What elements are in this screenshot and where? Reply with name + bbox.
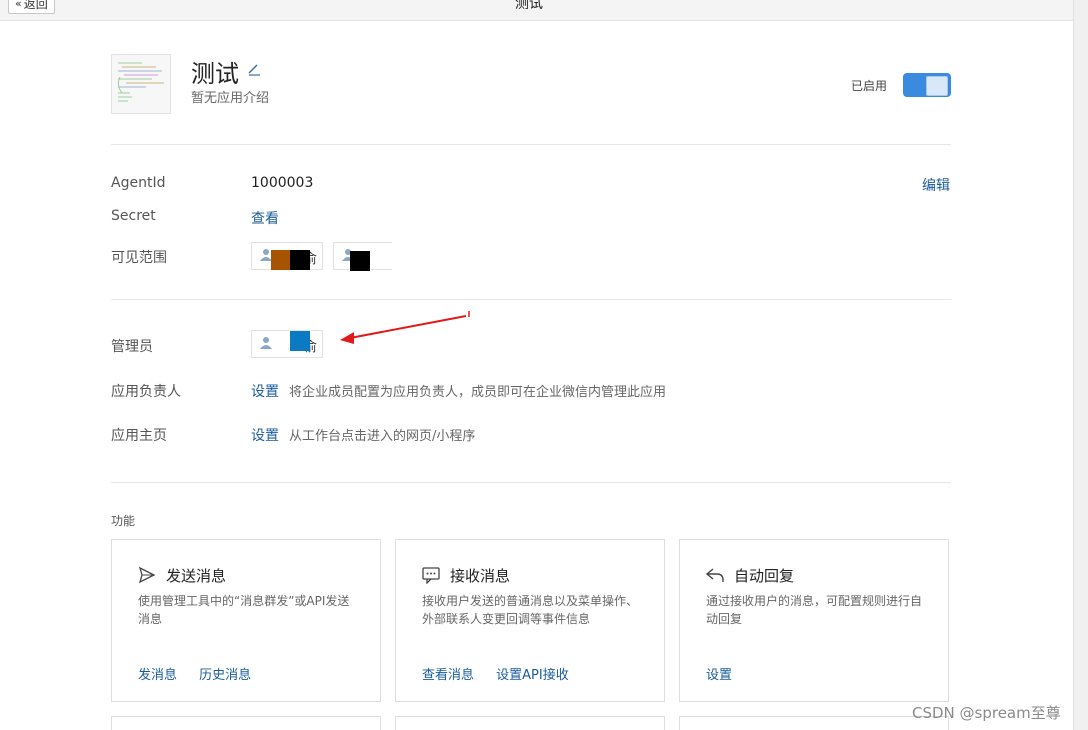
card-title: 发送消息 xyxy=(166,567,227,585)
visibility-member-chip[interactable]: 俞 xyxy=(251,242,323,270)
view-messages-link[interactable]: 查看消息 xyxy=(422,668,474,683)
edit-button[interactable]: 编辑 xyxy=(922,175,950,195)
api-receive-settings-link[interactable]: 设置API接收 xyxy=(496,668,569,683)
redaction-block xyxy=(290,250,310,270)
card-description: 接收用户发送的普通消息以及菜单操作、外部联系人变更回调等事件信息 xyxy=(422,594,639,626)
home-label: 应用主页 xyxy=(111,428,167,444)
top-bar: « 返回 测试 xyxy=(0,0,1074,21)
message-history-link[interactable]: 历史消息 xyxy=(199,668,251,683)
pencil-icon[interactable] xyxy=(246,62,262,76)
redaction-block xyxy=(271,250,291,270)
agentid-value: 1000003 xyxy=(251,175,314,191)
feature-card-partial xyxy=(111,716,381,730)
scrollbar[interactable] xyxy=(1073,0,1088,730)
app-logo[interactable] xyxy=(111,54,171,114)
secret-label: Secret xyxy=(111,208,156,224)
app-name: 测试 xyxy=(191,60,239,88)
back-button[interactable]: « 返回 xyxy=(8,0,55,14)
card-description: 通过接收用户的消息，可配置规则进行自动回复 xyxy=(706,594,923,626)
feature-card-autoreply: 自动回复 通过接收用户的消息，可配置规则进行自动回复 设置 xyxy=(679,539,949,702)
redaction-block xyxy=(350,251,370,271)
app-description: 暂无应用介绍 xyxy=(191,91,270,106)
enable-toggle[interactable] xyxy=(903,73,951,97)
features-section-title: 功能 xyxy=(111,514,136,528)
feature-card-partial xyxy=(395,716,665,730)
chat-bubble-icon xyxy=(422,567,440,584)
watermark: CSDN @spream至尊 xyxy=(912,704,1061,722)
visibility-label: 可见范围 xyxy=(111,250,167,266)
send-message-link[interactable]: 发消息 xyxy=(138,668,177,683)
feature-card-receive: 接收消息 接收用户发送的普通消息以及菜单操作、外部联系人变更回调等事件信息 查看… xyxy=(395,539,665,702)
divider xyxy=(111,482,951,483)
admin-member-chip[interactable]: 俞 xyxy=(251,330,323,358)
redaction-block xyxy=(290,331,310,351)
chevron-left-icon: « xyxy=(15,0,22,10)
divider xyxy=(111,299,951,300)
card-description: 使用管理工具中的“消息群发”或API发送消息 xyxy=(138,594,350,626)
page-title: 测试 xyxy=(515,0,543,12)
owner-label: 应用负责人 xyxy=(111,384,181,400)
card-title: 接收消息 xyxy=(450,567,511,585)
view-secret-link[interactable]: 查看 xyxy=(251,208,279,228)
owner-hint: 将企业成员配置为应用负责人，成员即可在企业微信内管理此应用 xyxy=(289,385,667,400)
enabled-status-label: 已启用 xyxy=(851,79,888,93)
toggle-knob xyxy=(926,76,948,96)
home-settings-link[interactable]: 设置 xyxy=(251,425,279,445)
autoreply-settings-link[interactable]: 设置 xyxy=(706,668,732,683)
visibility-member-chip[interactable] xyxy=(333,242,392,271)
person-icon xyxy=(260,337,272,349)
owner-settings-link[interactable]: 设置 xyxy=(251,381,279,401)
divider xyxy=(111,144,951,145)
admin-label: 管理员 xyxy=(111,339,153,355)
back-button-label: 返回 xyxy=(23,0,48,11)
send-icon xyxy=(138,566,156,584)
app-logo-image xyxy=(112,55,170,113)
feature-card-partial xyxy=(679,716,949,730)
feature-card-send: 发送消息 使用管理工具中的“消息群发”或API发送消息 发消息 历史消息 xyxy=(111,539,381,702)
reply-icon xyxy=(706,568,724,582)
card-title: 自动回复 xyxy=(734,567,795,585)
agentid-label: AgentId xyxy=(111,175,166,191)
home-hint: 从工作台点击进入的网页/小程序 xyxy=(289,429,476,444)
annotation-arrow xyxy=(340,311,470,344)
